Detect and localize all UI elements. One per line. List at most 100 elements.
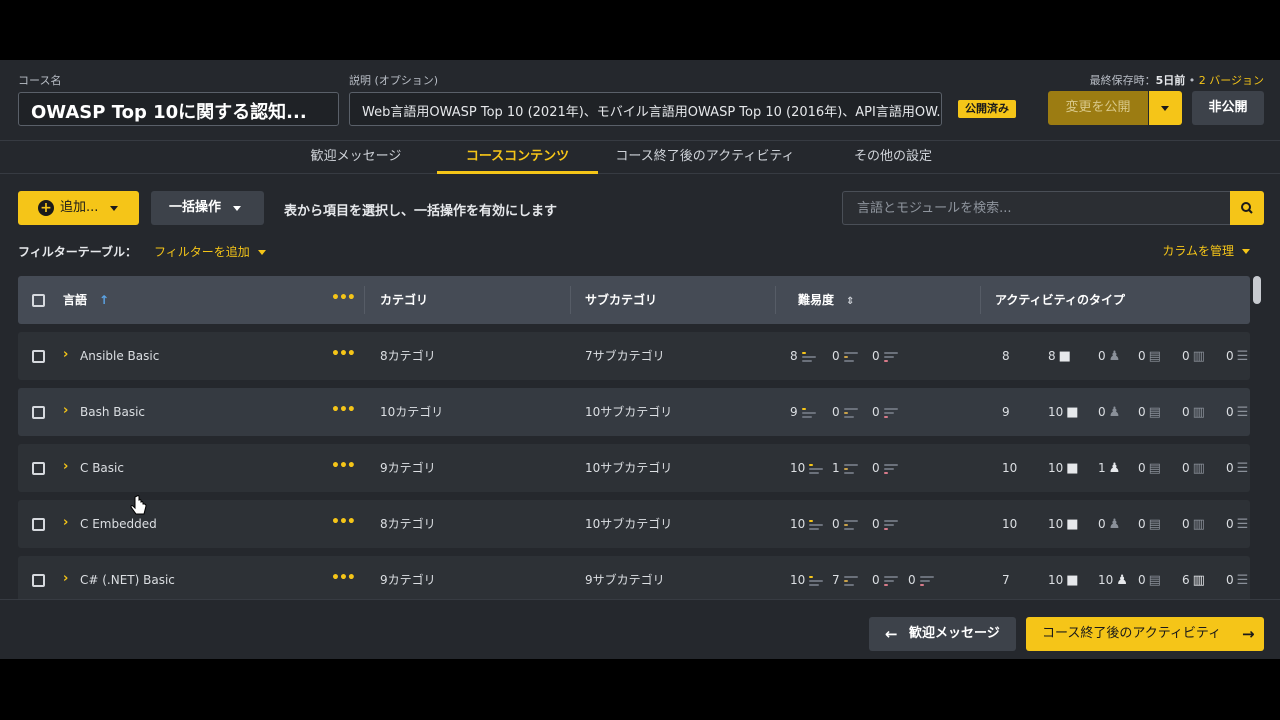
difficulty-count: 0 — [872, 388, 898, 436]
row-language-name[interactable]: C# (.NET) Basic — [80, 556, 175, 599]
table-row[interactable]: › C Basic ••• 9カテゴリ 10サブカテゴリ 10 1 0 10 10 ■ 1 ♟ 0 ▤ 0 ▥ 0… — [18, 444, 1250, 492]
header-subcategory[interactable]: サブカテゴリ — [585, 276, 657, 324]
chevron-right-icon[interactable]: › — [63, 571, 68, 586]
row-subcategory: 10サブカテゴリ — [585, 517, 673, 531]
activity-value: 1 — [1098, 461, 1106, 475]
table-row[interactable]: › Ansible Basic ••• 8カテゴリ 7サブカテゴリ 8 0 0 8 8 ■ 0 ♟ 0 ▤ 0… — [18, 332, 1250, 380]
bulk-actions-button[interactable]: 一括操作 — [151, 191, 264, 225]
tab-bar: 歓迎メッセージ コースコンテンツ コース終了後のアクティビティ その他の設定 — [0, 140, 1280, 174]
difficulty-bars-icon — [883, 575, 898, 586]
chat-icon: ▤ — [1148, 572, 1161, 588]
course-header: コース名 OWASP Top 10に関する認知... 説明 (オプション) We… — [0, 60, 1280, 140]
chevron-right-icon[interactable]: › — [63, 459, 68, 474]
header-activity-type[interactable]: アクティビティのタイプ — [995, 276, 1125, 324]
activity-value: 6 — [1182, 573, 1190, 587]
more-options-icon[interactable]: ••• — [331, 290, 356, 306]
description-input[interactable]: Web言語用OWASP Top 10 (2021年)、モバイル言語用OWASP … — [349, 92, 942, 126]
tab-welcome[interactable]: 歓迎メッセージ — [300, 141, 412, 174]
more-options-icon[interactable]: ••• — [331, 402, 356, 418]
difficulty-count: 9 — [790, 388, 816, 436]
publish-changes-button[interactable]: 変更を公開 — [1048, 91, 1148, 125]
activity-value: 0 — [1182, 349, 1190, 363]
difficulty-value: 10 — [790, 461, 806, 475]
header-category[interactable]: カテゴリ — [380, 276, 428, 324]
header-difficulty-label: 難易度 — [798, 293, 835, 307]
row-checkbox[interactable] — [32, 462, 45, 475]
course-editor: コース名 OWASP Top 10に関する認知... 説明 (オプション) We… — [0, 60, 1280, 659]
activity-value: 10 — [1098, 573, 1114, 587]
arrow-right-icon: → — [1242, 625, 1255, 643]
course-name-input[interactable]: OWASP Top 10に関する認知... — [18, 92, 339, 126]
activity-value: 0 — [1226, 405, 1234, 419]
header-difficulty[interactable]: 難易度 ⇕ — [798, 276, 854, 324]
publish-dropdown-button[interactable] — [1149, 91, 1182, 125]
row-checkbox[interactable] — [32, 406, 45, 419]
select-all-checkbox[interactable] — [32, 294, 45, 307]
row-language-name[interactable]: Ansible Basic — [80, 332, 159, 380]
unpublish-button[interactable]: 非公開 — [1192, 91, 1264, 125]
activity-count: 0 ▥ — [1182, 500, 1205, 548]
activity-count: 0 ▤ — [1138, 556, 1161, 599]
row-checkbox[interactable] — [32, 518, 45, 531]
chevron-right-icon[interactable]: › — [63, 403, 68, 418]
search-icon — [1241, 202, 1253, 214]
more-options-icon[interactable]: ••• — [331, 570, 356, 586]
book-icon: ▥ — [1192, 348, 1205, 364]
activity-count: 6 ▥ — [1182, 556, 1205, 599]
book-icon: ▥ — [1192, 460, 1205, 476]
tab-course-content[interactable]: コースコンテンツ — [437, 141, 598, 174]
add-label: 追加... — [60, 200, 99, 215]
row-subcategory: 9サブカテゴリ — [585, 573, 665, 587]
difficulty-bars-icon — [843, 463, 858, 474]
mission-icon: ♟ — [1108, 460, 1121, 476]
search-box — [842, 191, 1230, 225]
difficulty-value: 0 — [872, 461, 880, 475]
chevron-right-icon[interactable]: › — [63, 515, 68, 530]
activity-value: 0 — [1138, 461, 1146, 475]
table-row[interactable]: › Bash Basic ••• 10カテゴリ 10サブカテゴリ 9 0 0 9 10 ■ 0 ♟ 0 ▤ 0… — [18, 388, 1250, 436]
row-checkbox[interactable] — [32, 350, 45, 363]
more-options-icon[interactable]: ••• — [331, 346, 356, 362]
difficulty-value: 8 — [790, 349, 798, 363]
activity-value: 10 — [1048, 517, 1064, 531]
mission-icon: ♟ — [1108, 516, 1121, 532]
tab-post-course[interactable]: コース終了後のアクティビティ — [612, 141, 798, 174]
more-options-icon[interactable]: ••• — [331, 514, 356, 530]
activity-count: 0 ☰ — [1226, 332, 1248, 380]
video-icon: ■ — [1066, 460, 1079, 476]
activity-count: 10 ■ — [1048, 444, 1079, 492]
activity-value: 10 — [1048, 461, 1064, 475]
chevron-right-icon[interactable]: › — [63, 347, 68, 362]
table-scrollbar[interactable] — [1253, 276, 1261, 304]
versions-link[interactable]: 2 バージョン — [1199, 74, 1264, 87]
activity-value: 0 — [1226, 517, 1234, 531]
row-language-name[interactable]: Bash Basic — [80, 388, 145, 436]
activity-count: 0 ☰ — [1226, 500, 1248, 548]
activity-count: 0 ♟ — [1098, 332, 1120, 380]
next-step-button[interactable]: コース終了後のアクティビティ → — [1026, 617, 1264, 651]
difficulty-value: 0 — [872, 405, 880, 419]
row-checkbox[interactable] — [32, 574, 45, 587]
chevron-down-icon — [1161, 106, 1169, 111]
chat-icon: ▤ — [1148, 516, 1161, 532]
tab-other-settings[interactable]: その他の設定 — [842, 141, 944, 174]
difficulty-value: 10 — [790, 573, 806, 587]
row-language-name[interactable]: C Basic — [80, 444, 124, 492]
search-input[interactable] — [843, 192, 1230, 224]
header-language[interactable]: 言語 ↑ — [63, 276, 109, 324]
more-options-icon[interactable]: ••• — [331, 458, 356, 474]
difficulty-value: 10 — [790, 517, 806, 531]
table-row[interactable]: › C# (.NET) Basic ••• 9カテゴリ 9サブカテゴリ 10 7 0 0 7 10 ■… — [18, 556, 1250, 599]
table-row[interactable]: › C Embedded ••• 8カテゴリ 10サブカテゴリ 10 0 0 10 10 ■ 0 ♟ 0 ▤… — [18, 500, 1250, 548]
difficulty-bars-icon — [809, 463, 824, 474]
activity-value: 0 — [1182, 405, 1190, 419]
activity-count: 0 ♟ — [1098, 388, 1120, 436]
add-filter-button[interactable]: フィルターを追加 — [154, 243, 266, 260]
manage-columns-button[interactable]: カラムを管理 — [1162, 242, 1250, 259]
prev-step-button[interactable]: ← 歓迎メッセージ — [869, 617, 1016, 651]
add-button[interactable]: + 追加... — [18, 191, 139, 225]
activity-value: 0 — [1182, 517, 1190, 531]
search-button[interactable] — [1230, 191, 1264, 225]
difficulty-bars-icon — [843, 519, 858, 530]
activity-value: 10 — [1002, 517, 1018, 531]
